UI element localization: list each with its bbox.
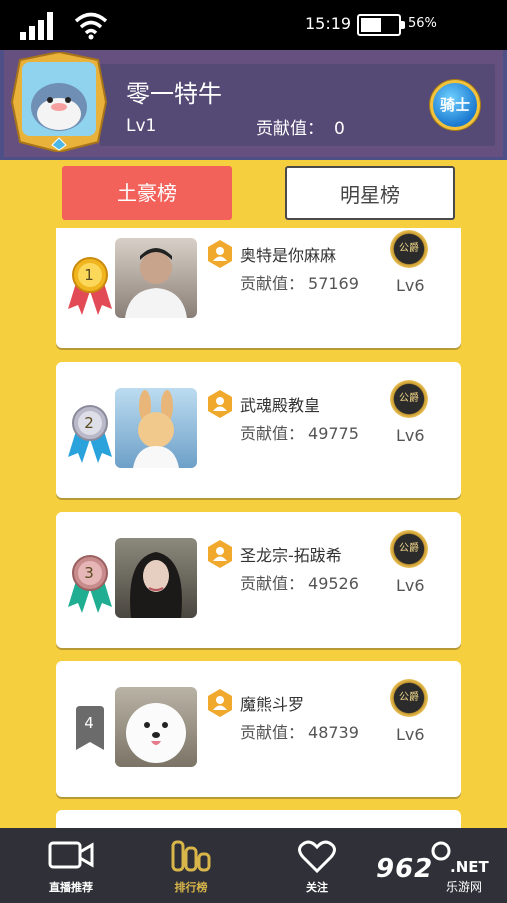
user-photo[interactable] <box>115 538 197 618</box>
user-level: Lv6 <box>396 276 425 295</box>
ranking-row[interactable] <box>56 810 461 828</box>
silver-medal-icon: 2 <box>66 405 114 465</box>
site-watermark: 962 .NET 乐游网 <box>364 828 507 903</box>
duke-title-badge: 公爵 <box>390 380 428 418</box>
profile-contribution: 贡献值： 0 <box>256 114 345 139</box>
ranking-row[interactable]: 3 圣龙宗-拓跋希 贡献值： 49526 公爵 Lv6 <box>56 512 461 648</box>
rank-number: 3 <box>84 564 94 582</box>
ranking-row[interactable]: 2 武魂殿教皇 贡献值： 49775 公爵 Lv6 <box>56 362 461 498</box>
user-score: 贡献值： 49775 <box>240 420 359 444</box>
bronze-medal-icon: 3 <box>66 555 114 615</box>
score-value: 48739 <box>308 723 359 742</box>
user-photo[interactable] <box>115 238 197 318</box>
battery-percent: 56% <box>408 16 437 31</box>
battery-icon <box>357 14 405 36</box>
duke-title-badge: 公爵 <box>390 679 428 717</box>
nav-follow[interactable]: 关注 <box>282 828 352 903</box>
user-photo[interactable] <box>115 388 197 468</box>
nav-live-label: 直播推荐 <box>49 881 93 894</box>
nav-follow-label: 关注 <box>306 881 328 894</box>
user-level-icon <box>208 540 232 568</box>
user-level-icon <box>208 689 232 717</box>
ranking-row[interactable]: 1 奥特是你麻麻 贡献值： 57169 公爵 Lv6 <box>56 228 461 348</box>
knight-rank-badge: 骑士 <box>430 80 480 130</box>
user-name: 魔熊斗罗 <box>240 695 305 714</box>
user-name: 圣龙宗-拓跋希 <box>240 546 342 565</box>
user-level-icon <box>208 390 232 418</box>
status-bar: 15:19 56% <box>0 0 507 50</box>
nav-rank-label: 排行榜 <box>174 881 208 894</box>
rank-ribbon-icon: 4 <box>66 706 114 766</box>
rank-number: 2 <box>84 414 94 432</box>
clock: 15:19 <box>305 14 352 33</box>
watermark-net: .NET <box>450 858 489 876</box>
user-score: 贡献值： 57169 <box>240 270 359 294</box>
score-label: 贡献值： <box>240 723 305 742</box>
tab-star-list[interactable]: 明星榜 <box>285 166 455 220</box>
signal-icon <box>20 12 53 40</box>
contribution-value: 0 <box>334 119 345 139</box>
duke-title-badge: 公爵 <box>390 530 428 568</box>
score-label: 贡献值： <box>240 274 305 293</box>
score-label: 贡献值： <box>240 424 305 443</box>
watermark-number: 962 <box>376 854 434 884</box>
gold-medal-icon: 1 <box>66 257 114 317</box>
wifi-icon <box>74 12 108 40</box>
heart-icon <box>298 840 336 874</box>
user-level: Lv6 <box>396 576 425 595</box>
score-value: 49775 <box>308 424 359 443</box>
user-photo[interactable] <box>115 687 197 767</box>
score-value: 49526 <box>308 574 359 593</box>
contribution-label: 贡献值： <box>256 119 324 139</box>
rank-number: 1 <box>84 266 94 284</box>
profile-level: Lv1 <box>126 116 157 136</box>
user-score: 贡献值： 48739 <box>240 719 359 743</box>
user-level: Lv6 <box>396 725 425 744</box>
duke-title-badge: 公爵 <box>390 230 428 268</box>
user-avatar[interactable] <box>10 52 108 152</box>
nav-live-recommend[interactable]: 直播推荐 <box>36 828 106 903</box>
nav-ranking[interactable]: 排行榜 <box>156 828 226 903</box>
profile-username: 零一特牛 <box>126 80 222 108</box>
tab-rich-list[interactable]: 土豪榜 <box>62 166 232 220</box>
user-name: 武魂殿教皇 <box>240 396 321 415</box>
score-label: 贡献值： <box>240 574 305 593</box>
user-score: 贡献值： 49526 <box>240 570 359 594</box>
ranking-list[interactable]: 1 奥特是你麻麻 贡献值： 57169 公爵 Lv6 2 武魂殿教皇 贡献值： 49… <box>0 228 507 828</box>
ranking-bars-icon <box>171 840 211 872</box>
user-name: 奥特是你麻麻 <box>240 246 337 265</box>
watermark-site: 乐游网 <box>446 880 483 894</box>
user-level-icon <box>208 240 232 268</box>
ranking-row[interactable]: 4 魔熊斗罗 贡献值： 48739 公爵 Lv6 <box>56 661 461 797</box>
score-value: 57169 <box>308 274 359 293</box>
video-camera-icon <box>48 841 94 869</box>
rank-number: 4 <box>84 714 94 732</box>
user-level: Lv6 <box>396 426 425 445</box>
